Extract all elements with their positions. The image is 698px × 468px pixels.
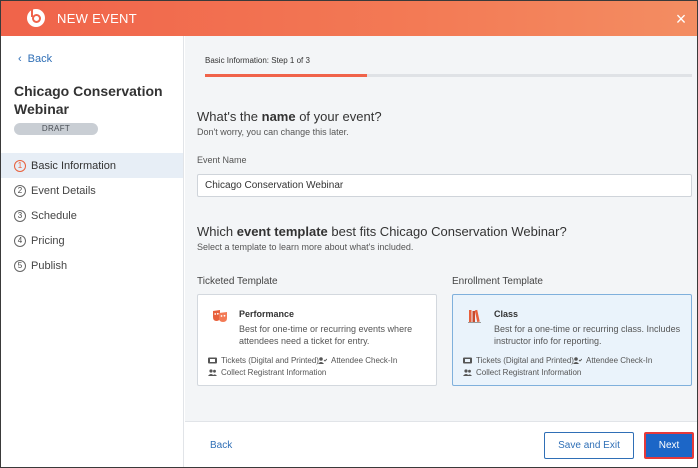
step-basic-information[interactable]: 1 Basic Information	[1, 153, 183, 178]
close-button[interactable]: ×	[671, 9, 691, 29]
template-hint: Select a template to learn more about wh…	[197, 242, 414, 252]
step-number-icon: 4	[14, 234, 26, 247]
step-label: Event Details	[31, 184, 96, 197]
users-icon	[208, 369, 217, 376]
dialog-title: NEW EVENT	[57, 11, 137, 26]
event-name-label: Event Name	[197, 155, 247, 165]
card-description: Best for one-time or recurring events wh…	[239, 324, 413, 346]
step-label: Publish	[31, 259, 68, 272]
feature-registrant-info: Collect Registrant Information	[208, 368, 326, 377]
step-publish[interactable]: 5 Publish	[1, 253, 183, 278]
card-title: Class	[494, 309, 519, 319]
step-label: Basic Information	[31, 159, 116, 172]
ticketed-template-label: Ticketed Template	[197, 276, 278, 287]
template-question: Which event template best fits Chicago C…	[197, 224, 567, 239]
name-question: What's the name of your event?	[197, 109, 382, 124]
sidebar: ‹ Back Chicago Conservation Webinar DRAFT…	[1, 36, 184, 467]
ticket-icon	[463, 357, 472, 364]
sidebar-back-label: Back	[27, 53, 53, 65]
feature-tickets: Tickets (Digital and Printed)	[463, 356, 574, 365]
main-panel: Basic Information: Step 1 of 3 What's th…	[185, 36, 697, 467]
chevron-left-icon: ‹	[18, 53, 22, 65]
feature-tickets: Tickets (Digital and Printed)	[208, 356, 319, 365]
card-description: Best for a one-time or recurring class. …	[494, 324, 681, 346]
save-and-exit-button[interactable]: Save and Exit	[544, 432, 634, 459]
feature-registrant-info: Collect Registrant Information	[463, 368, 581, 377]
app-logo-icon	[27, 8, 45, 27]
user-check-icon	[318, 357, 327, 364]
enrollment-template-label: Enrollment Template	[452, 276, 543, 287]
books-icon	[468, 309, 481, 323]
step-number-icon: 2	[14, 184, 26, 197]
feature-check-in: Attendee Check-In	[318, 356, 397, 365]
step-label: Schedule	[31, 209, 77, 222]
sidebar-back-link[interactable]: ‹ Back	[18, 53, 52, 65]
step-pricing[interactable]: 4 Pricing	[1, 228, 183, 253]
progress-bar	[205, 74, 692, 77]
dialog-footer: Back Save and Exit Next	[185, 421, 697, 467]
step-event-details[interactable]: 2 Event Details	[1, 178, 183, 203]
performance-template-card[interactable]: Performance Best for one-time or recurri…	[197, 294, 437, 386]
step-number-icon: 3	[14, 209, 26, 222]
step-progress-label: Basic Information: Step 1 of 3	[205, 56, 310, 65]
feature-check-in: Attendee Check-In	[573, 356, 652, 365]
theater-masks-icon	[213, 310, 227, 322]
step-number-icon: 1	[14, 159, 26, 172]
header-bar: NEW EVENT ×	[1, 1, 697, 36]
step-label: Pricing	[31, 234, 65, 247]
new-event-dialog: NEW EVENT × ‹ Back Chicago Conservation W…	[0, 0, 698, 468]
class-template-card[interactable]: Class Best for a one-time or recurring c…	[452, 294, 692, 386]
step-schedule[interactable]: 3 Schedule	[1, 203, 183, 228]
name-hint: Don't worry, you can change this later.	[197, 127, 349, 137]
users-icon	[463, 369, 472, 376]
next-button[interactable]: Next	[644, 432, 694, 459]
event-name-input[interactable]	[197, 174, 692, 197]
ticket-icon	[208, 357, 217, 364]
back-button[interactable]: Back	[210, 440, 232, 451]
user-check-icon	[573, 357, 582, 364]
step-list: 1 Basic Information 2 Event Details 3 Sc…	[1, 153, 183, 278]
progress-bar-fill	[205, 74, 368, 77]
status-badge: DRAFT	[14, 123, 98, 135]
card-title: Performance	[239, 309, 295, 319]
event-title: Chicago Conservation Webinar	[14, 83, 163, 117]
step-number-icon: 5	[14, 259, 26, 272]
